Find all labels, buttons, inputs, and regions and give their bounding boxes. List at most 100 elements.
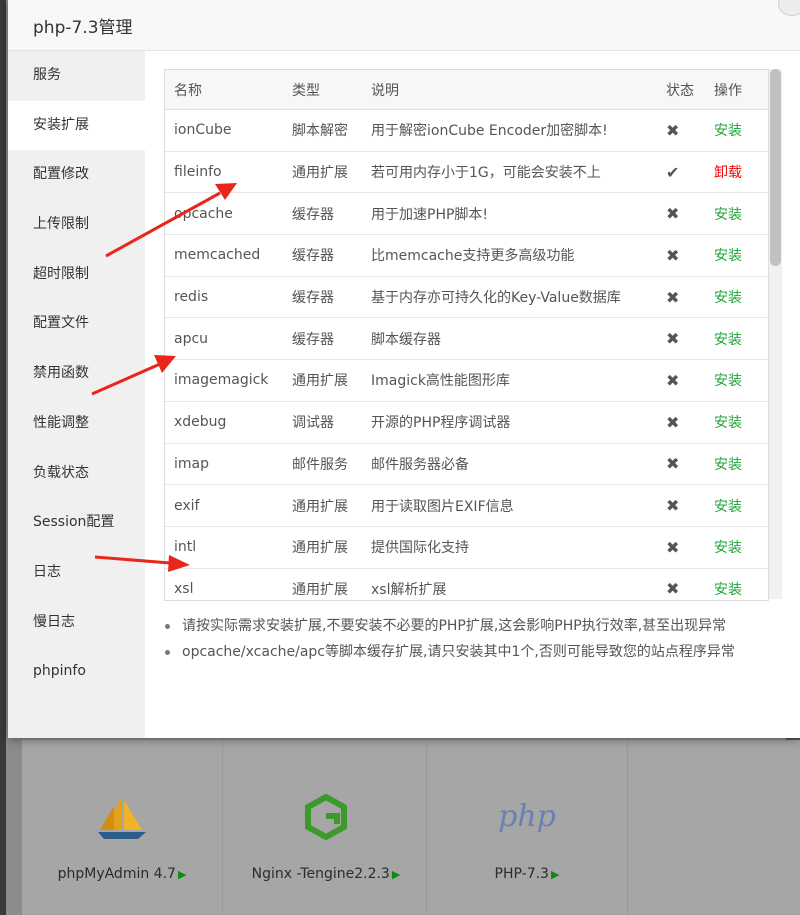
install-button[interactable]: 安装 bbox=[714, 207, 742, 223]
install-button[interactable]: 安装 bbox=[714, 540, 742, 556]
table-cell: 安装 bbox=[714, 234, 768, 277]
table-cell: 开源的PHP程序调试器 bbox=[371, 401, 666, 444]
extension-type: 脚本解密 bbox=[292, 123, 348, 140]
column-header-action[interactable]: 操作 bbox=[714, 70, 768, 110]
extension-name: imagemagick bbox=[174, 372, 269, 389]
table-cell: ionCube bbox=[165, 109, 292, 152]
sidebar-item-upload-limit[interactable]: 上传限制 bbox=[8, 200, 145, 250]
cross-icon: ✖ bbox=[666, 245, 680, 265]
sidebar-item-service[interactable]: 服务 bbox=[8, 51, 145, 101]
table-cell: 若可用内存小于1G，可能会安装不上 bbox=[371, 151, 666, 194]
uninstall-button[interactable]: 卸载 bbox=[714, 165, 742, 181]
install-button[interactable]: 安装 bbox=[714, 248, 742, 264]
table-cell: 邮件服务 bbox=[292, 443, 371, 486]
install-button[interactable]: 安装 bbox=[714, 332, 742, 348]
extension-type: 调试器 bbox=[292, 415, 334, 432]
column-header-type[interactable]: 类型 bbox=[292, 70, 371, 110]
extension-description: 开源的PHP程序调试器 bbox=[371, 415, 511, 432]
sailboat-icon bbox=[22, 792, 222, 842]
sidebar-item-performance[interactable]: 性能调整 bbox=[8, 399, 145, 449]
extension-description: xsl解析扩展 bbox=[371, 581, 447, 598]
dialog-title: php-7.3管理 bbox=[8, 0, 800, 51]
install-button[interactable]: 安装 bbox=[714, 499, 742, 515]
app-label: phpMyAdmin 4.7 ▶ bbox=[57, 866, 187, 882]
tip-item: 请按实际需求安装扩展,不要安装不必要的PHP扩展,这会影响PHP执行效率,甚至出… bbox=[162, 613, 782, 639]
extension-name: xsl bbox=[174, 580, 194, 597]
app-tile-nginx[interactable]: Nginx -Tengine2.2.3 ▶ bbox=[226, 740, 427, 915]
table-cell: 缓存器 bbox=[292, 317, 371, 361]
install-button[interactable]: 安装 bbox=[714, 582, 742, 598]
sidebar-item-config-edit[interactable]: 配置修改 bbox=[8, 150, 145, 200]
tips-list: 请按实际需求安装扩展,不要安装不必要的PHP扩展,这会影响PHP执行效率,甚至出… bbox=[162, 613, 782, 665]
cross-icon: ✖ bbox=[666, 537, 680, 557]
install-button[interactable]: 安装 bbox=[714, 123, 742, 139]
cross-icon: ✖ bbox=[666, 370, 680, 390]
app-label: PHP-7.3 ▶ bbox=[494, 866, 560, 882]
bullet-icon bbox=[165, 624, 170, 629]
extension-description: 用于解密ionCube Encoder加密脚本! bbox=[371, 123, 608, 140]
sidebar-item-install-extensions[interactable]: 安装扩展 bbox=[8, 100, 145, 151]
extension-type: 缓存器 bbox=[292, 290, 334, 307]
table-row: intl 通用扩展 提供国际化支持 ✖ 安装 bbox=[165, 526, 768, 569]
table-cell: opcache bbox=[165, 192, 292, 236]
column-header-description[interactable]: 说明 bbox=[371, 70, 666, 110]
table-row: apcu 缓存器 脚本缓存器 ✖ 安装 bbox=[165, 317, 768, 361]
install-button[interactable]: 安装 bbox=[714, 373, 742, 389]
sidebar-item-config-file[interactable]: 配置文件 bbox=[8, 299, 145, 349]
extension-name: intl bbox=[174, 539, 197, 556]
table-cell: 通用扩展 bbox=[292, 151, 371, 194]
scrollbar-thumb[interactable] bbox=[770, 69, 781, 266]
sidebar-item-timeout-limit[interactable]: 超时限制 bbox=[8, 250, 145, 300]
install-button[interactable]: 安装 bbox=[714, 415, 742, 431]
sidebar-item-log[interactable]: 日志 bbox=[8, 548, 145, 598]
table-header-row: 名称 类型 说明 状态 操作 bbox=[165, 70, 768, 110]
table-cell: ✖ bbox=[666, 359, 714, 402]
table-cell: xsl解析扩展 bbox=[371, 568, 666, 600]
sidebar-item-disabled-functions[interactable]: 禁用函数 bbox=[8, 349, 145, 399]
table-cell: 用于解密ionCube Encoder加密脚本! bbox=[371, 109, 666, 152]
app-label: Nginx -Tengine2.2.3 ▶ bbox=[251, 866, 401, 882]
table-cell: 通用扩展 bbox=[292, 526, 371, 569]
sidebar-item-load-status[interactable]: 负载状态 bbox=[8, 449, 145, 499]
extension-description: 脚本缓存器 bbox=[371, 331, 441, 348]
app-tile-phpmyadmin[interactable]: phpMyAdmin 4.7 ▶ bbox=[22, 740, 223, 915]
cross-icon: ✖ bbox=[666, 579, 680, 599]
table-cell: ✖ bbox=[666, 192, 714, 236]
table-row: fileinfo 通用扩展 若可用内存小于1G，可能会安装不上 ✔ 卸载 bbox=[165, 151, 768, 194]
extension-type: 通用扩展 bbox=[292, 498, 348, 515]
table-cell: ✔ bbox=[666, 151, 714, 194]
tip-item: opcache/xcache/apc等脚本缓存扩展,请只安装其中1个,否则可能导… bbox=[162, 639, 782, 665]
extension-name: opcache bbox=[174, 205, 233, 222]
table-cell: intl bbox=[165, 526, 292, 569]
table-cell: ✖ bbox=[666, 568, 714, 600]
cross-icon: ✖ bbox=[666, 412, 680, 432]
table-cell: ✖ bbox=[666, 234, 714, 277]
cross-icon: ✖ bbox=[666, 120, 680, 140]
php-manager-dialog: php-7.3管理 服务 安装扩展 配置修改 上传限制 超时限制 配置文件 禁用… bbox=[8, 0, 800, 738]
app-tile-php[interactable]: php PHP-7.3 ▶ bbox=[427, 740, 628, 915]
column-header-status[interactable]: 状态 bbox=[666, 70, 714, 110]
table-cell: 缓存器 bbox=[292, 276, 371, 319]
extensions-table-container[interactable]: 名称 类型 说明 状态 操作 ionCube 脚本解密 用于解密ionCube En… bbox=[164, 69, 769, 601]
table-cell: ✖ bbox=[666, 401, 714, 444]
table-row: opcache 缓存器 用于加速PHP脚本! ✖ 安装 bbox=[165, 192, 768, 236]
table-cell: 通用扩展 bbox=[292, 484, 371, 527]
table-cell: 邮件服务器必备 bbox=[371, 443, 666, 486]
table-cell: 调试器 bbox=[292, 401, 371, 444]
install-button[interactable]: 安装 bbox=[714, 290, 742, 306]
table-cell: ✖ bbox=[666, 276, 714, 319]
extension-name: apcu bbox=[174, 330, 209, 347]
table-scrollbar[interactable] bbox=[769, 69, 782, 599]
extension-description: 提供国际化支持 bbox=[371, 540, 469, 557]
sidebar-item-phpinfo[interactable]: phpinfo bbox=[8, 647, 145, 697]
column-header-name[interactable]: 名称 bbox=[165, 70, 292, 110]
extension-type: 通用扩展 bbox=[292, 581, 348, 598]
sidebar-item-slow-log[interactable]: 慢日志 bbox=[8, 598, 145, 648]
sidebar-item-session-config[interactable]: Session配置 bbox=[8, 498, 145, 548]
install-button[interactable]: 安装 bbox=[714, 457, 742, 473]
table-row: xsl 通用扩展 xsl解析扩展 ✖ 安装 bbox=[165, 568, 768, 600]
table-cell: ✖ bbox=[666, 443, 714, 486]
background-left-edge bbox=[0, 0, 6, 915]
table-cell: 缓存器 bbox=[292, 192, 371, 236]
table-cell: apcu bbox=[165, 317, 292, 361]
